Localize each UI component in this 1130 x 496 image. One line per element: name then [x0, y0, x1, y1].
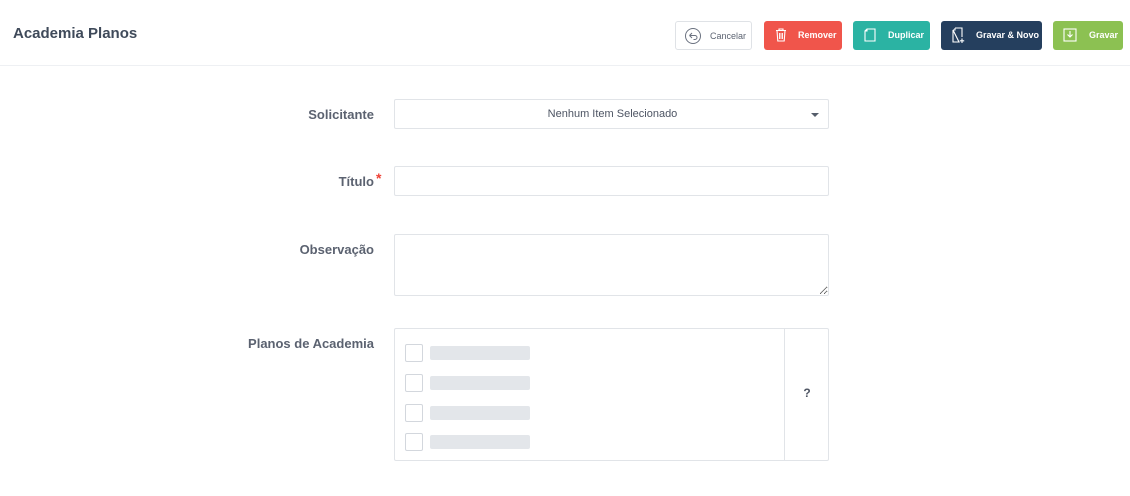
help-button[interactable]: ? [785, 386, 829, 400]
loading-placeholder [430, 406, 530, 420]
save-download-icon [1063, 28, 1077, 42]
save-and-new-label: Gravar & Novo [976, 30, 1040, 40]
loading-placeholder [430, 376, 530, 390]
loading-placeholder [430, 346, 530, 360]
list-item[interactable] [405, 433, 535, 451]
remove-button[interactable]: Remover [764, 21, 842, 50]
titulo-label: Título [338, 174, 374, 189]
save-label: Gravar [1089, 30, 1119, 40]
page-header: Academia Planos Cancelar Remover Duplica… [0, 0, 1130, 66]
cancel-button[interactable]: Cancelar [675, 21, 752, 50]
checkbox[interactable] [405, 374, 423, 392]
checkbox[interactable] [405, 433, 423, 451]
save-and-new-button[interactable]: Gravar & Novo [941, 21, 1042, 50]
list-item[interactable] [405, 404, 535, 422]
copy-icon [864, 28, 876, 42]
undo-arrow-icon [685, 28, 701, 44]
solicitante-selected-value: Nenhum Item Selecionado [547, 108, 678, 120]
solicitante-select[interactable]: Nenhum Item Selecionado [394, 99, 829, 129]
planos-label: Planos de Academia [248, 336, 374, 351]
list-item[interactable] [405, 344, 535, 362]
cancel-label: Cancelar [710, 31, 747, 41]
checkbox[interactable] [405, 404, 423, 422]
duplicate-button[interactable]: Duplicar [853, 21, 930, 50]
titulo-input[interactable] [394, 166, 829, 196]
duplicate-label: Duplicar [888, 30, 925, 40]
remove-label: Remover [798, 30, 837, 40]
page-title: Academia Planos [13, 25, 138, 42]
planos-checklist: ? [394, 328, 829, 461]
chevron-down-icon [811, 113, 819, 117]
checkbox[interactable] [405, 344, 423, 362]
solicitante-label: Solicitante [308, 107, 374, 122]
trash-icon [776, 28, 786, 42]
observacao-textarea[interactable] [394, 234, 829, 296]
file-plus-icon [952, 27, 965, 43]
save-button[interactable]: Gravar [1053, 21, 1123, 50]
required-asterisk: * [376, 170, 382, 186]
observacao-label: Observação [299, 242, 374, 257]
loading-placeholder [430, 435, 530, 449]
list-item[interactable] [405, 374, 535, 392]
